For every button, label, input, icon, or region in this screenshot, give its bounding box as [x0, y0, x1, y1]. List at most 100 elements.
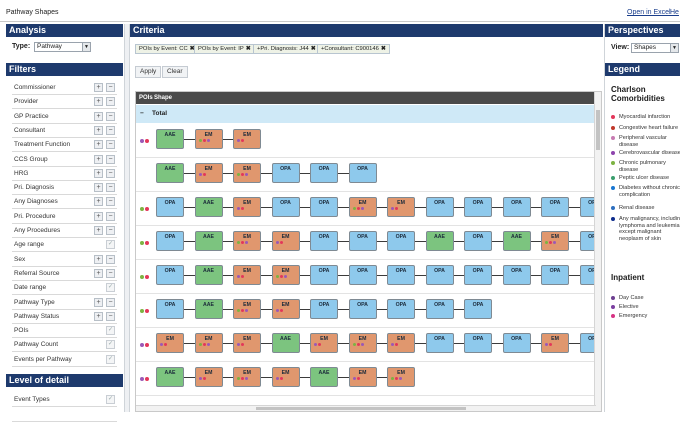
event-node-opa[interactable]: OPA [541, 265, 569, 285]
event-node-opa[interactable]: OPA [156, 197, 184, 217]
event-node-opa[interactable]: OPA [425, 333, 454, 353]
horizontal-scrollbar[interactable] [136, 405, 596, 411]
event-node-opa[interactable]: OPA [541, 197, 569, 217]
criteria-chip[interactable]: POIs by Event: IP ✖ [194, 44, 255, 54]
filter-row[interactable]: Pri. Procedure + − [12, 210, 117, 224]
plus-icon[interactable]: + [94, 168, 103, 178]
scroll-thumb[interactable] [256, 407, 466, 410]
check-icon[interactable]: ✓ [106, 340, 115, 350]
event-node-aae[interactable]: AAE [194, 299, 223, 319]
plus-icon[interactable]: + [94, 97, 103, 107]
event-node-em[interactable]: EM [233, 265, 261, 285]
close-icon[interactable]: ✖ [246, 46, 251, 52]
event-node-em[interactable]: EM [348, 333, 377, 353]
event-node-opa[interactable]: OPA [310, 163, 338, 183]
minus-icon[interactable]: − [106, 111, 115, 121]
filter-row[interactable]: Date range ✓ [12, 281, 117, 296]
check-icon[interactable]: ✓ [106, 240, 115, 250]
pathway-row[interactable]: OPAAAEEMOPAOPAEMEMOPAOPAOPAOPAOPA [136, 193, 601, 226]
plus-icon[interactable]: + [94, 226, 103, 235]
event-node-aae[interactable]: AAE [156, 367, 184, 387]
event-node-em[interactable]: EM [387, 367, 415, 387]
filter-row[interactable]: Sex + − [12, 253, 117, 267]
event-node-em[interactable]: EM [348, 197, 377, 217]
event-node-opa[interactable]: OPA [464, 299, 492, 319]
event-node-opa[interactable]: OPA [425, 299, 454, 319]
event-node-opa[interactable]: OPA [425, 197, 454, 217]
filter-row[interactable]: HRG + − [12, 167, 117, 181]
event-node-opa[interactable]: OPA [156, 231, 184, 251]
clear-button[interactable]: Clear [162, 66, 188, 78]
close-icon[interactable]: ✖ [311, 46, 316, 52]
event-node-opa[interactable]: OPA [156, 299, 184, 319]
event-node-em[interactable]: EM [194, 163, 223, 183]
plus-icon[interactable]: + [94, 297, 103, 307]
plus-icon[interactable]: + [94, 125, 103, 135]
event-node-em[interactable]: EM [233, 163, 261, 183]
minus-icon[interactable]: − [106, 268, 115, 278]
minus-icon[interactable]: − [106, 297, 115, 307]
minus-icon[interactable]: − [106, 140, 115, 150]
total-row[interactable]: − Total [136, 105, 596, 123]
event-node-opa[interactable]: OPA [156, 265, 184, 285]
plus-icon[interactable]: + [94, 268, 103, 278]
minus-icon[interactable]: − [106, 254, 115, 264]
filter-row[interactable]: Events per Pathway ✓ [12, 353, 117, 367]
filter-row[interactable]: GP Practice + − [12, 110, 117, 124]
open-in-excel-link[interactable]: Open in Excel [627, 9, 671, 16]
event-node-opa[interactable]: OPA [348, 231, 377, 251]
plus-icon[interactable]: + [94, 211, 103, 221]
event-node-aae[interactable]: AAE [194, 231, 223, 251]
event-node-em[interactable]: EM [271, 265, 300, 285]
filter-row[interactable]: Provider + − [12, 95, 117, 110]
event-node-opa[interactable]: OPA [310, 231, 338, 251]
event-node-aae[interactable]: AAE [502, 231, 531, 251]
event-node-opa[interactable]: OPA [387, 299, 415, 319]
minus-icon[interactable]: − [106, 97, 115, 107]
type-select[interactable]: Pathway ▼ [34, 42, 91, 52]
filter-row[interactable]: Age range ✓ [12, 238, 117, 253]
event-node-aae[interactable]: AAE [425, 231, 454, 251]
event-node-aae[interactable]: AAE [310, 367, 338, 387]
event-node-em[interactable]: EM [387, 333, 415, 353]
filter-row[interactable]: Pathway Type + − [12, 296, 117, 310]
check-icon[interactable]: ✓ [106, 283, 115, 293]
vertical-scrollbar[interactable] [594, 92, 601, 411]
event-node-em[interactable]: EM [233, 129, 261, 149]
detail-item-event-types[interactable]: Event Types ✓ [12, 393, 117, 407]
minus-icon[interactable]: − [106, 211, 115, 221]
event-node-opa[interactable]: OPA [348, 265, 377, 285]
scroll-thumb[interactable] [596, 110, 600, 150]
check-icon[interactable]: ✓ [106, 326, 115, 336]
criteria-chip[interactable]: +Pri. Diagnosis: J44 ✖ [253, 44, 320, 54]
filter-row[interactable]: Referral Source + − [12, 267, 117, 281]
help-link[interactable]: He [670, 9, 679, 16]
criteria-chip[interactable]: POIs by Event: CC ✖ [135, 44, 199, 54]
filter-row[interactable]: Consultant + − [12, 124, 117, 138]
event-node-opa[interactable]: OPA [502, 333, 531, 353]
minus-icon[interactable]: − [106, 125, 115, 135]
event-node-em[interactable]: EM [348, 367, 377, 387]
filter-row[interactable]: Commissioner + − [12, 81, 117, 95]
event-node-opa[interactable]: OPA [387, 265, 415, 285]
filter-row[interactable]: POIs ✓ [12, 324, 117, 339]
close-icon[interactable]: ✖ [381, 46, 386, 52]
event-node-opa[interactable]: OPA [502, 197, 531, 217]
filter-row[interactable]: Pathway Count ✓ [12, 338, 117, 353]
collapse-toggle-icon[interactable]: − [140, 110, 144, 117]
criteria-chip[interactable]: +Consultant: C900146 ✖ [317, 44, 390, 54]
plus-icon[interactable]: + [94, 140, 103, 150]
event-node-aae[interactable]: AAE [194, 197, 223, 217]
event-node-opa[interactable]: OPA [464, 231, 492, 251]
plus-icon[interactable]: + [94, 183, 103, 193]
minus-icon[interactable]: − [106, 226, 115, 235]
event-node-em[interactable]: EM [541, 231, 569, 251]
event-node-em[interactable]: EM [271, 367, 300, 387]
event-node-opa[interactable]: OPA [310, 197, 338, 217]
event-node-opa[interactable]: OPA [310, 299, 338, 319]
event-node-aae[interactable]: AAE [194, 265, 223, 285]
event-node-em[interactable]: EM [194, 367, 223, 387]
col-pois[interactable]: POIs [139, 92, 153, 104]
event-node-opa[interactable]: OPA [310, 265, 338, 285]
filter-row[interactable]: Any Procedures + − [12, 224, 117, 238]
